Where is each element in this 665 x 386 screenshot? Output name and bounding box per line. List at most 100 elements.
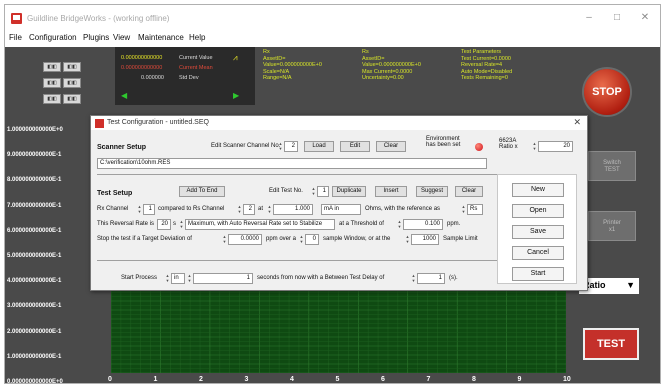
new-button[interactable]: New (512, 183, 564, 197)
rx-info: Rx AssetID= Value=0.000000000E+0 Scale=N… (263, 49, 358, 103)
clear-test-button[interactable]: Clear (455, 186, 483, 197)
meter-button-3[interactable]: ◧◧ (43, 78, 61, 88)
stats-panel: 0.000000000000 Current Value 0.000000000… (115, 47, 255, 105)
switch-test-label: Switch TEST (603, 160, 621, 173)
start-mode-spinner[interactable]: ▲ ▼ (165, 273, 170, 284)
maximize-button[interactable]: □ (610, 11, 624, 25)
app-window: Guildline BridgeWorks - (working offline… (4, 4, 661, 384)
meter-button-4[interactable]: ◧◧ (63, 78, 81, 88)
reference-input[interactable]: Rs (467, 204, 483, 215)
meter-button-2[interactable]: ◧◧ (63, 62, 81, 72)
y-tick-label: 8.000000000000E-1 (7, 177, 62, 184)
rs-channel-spinner[interactable]: ▲ ▼ (237, 204, 242, 215)
start-button[interactable]: Start (512, 267, 564, 281)
rx-channel-label: Rx Channel (97, 206, 129, 212)
ratio-select[interactable]: Ratio ▼ (579, 278, 639, 294)
x-tick-label: 8 (472, 376, 476, 383)
duplicate-button[interactable]: Duplicate (332, 186, 366, 197)
reversal-rate-input[interactable]: 20 (157, 219, 171, 230)
x-tick-label: 3 (244, 376, 249, 383)
menu-help[interactable]: Help (189, 33, 205, 42)
menu-configuration[interactable]: Configuration (29, 33, 77, 42)
add-to-end-button[interactable]: Add To End (179, 186, 225, 197)
stop-condition-label: Stop the test if a Target Deviation of (97, 236, 192, 242)
arrow-right-icon[interactable]: ▶ (233, 91, 239, 100)
test-configuration-dialog: Test Configuration - untitled.SEQ ✕ Scan… (90, 115, 588, 291)
seconds-unit-label: s (173, 221, 176, 227)
scanner-setup-heading: Scanner Setup (97, 144, 147, 151)
rx-channel-input[interactable]: 1 (143, 204, 155, 215)
sample-limit-input[interactable]: 1000 (411, 234, 439, 245)
current-value-label: Current Value (179, 55, 213, 61)
deviation-input[interactable]: 0.0000 (228, 234, 262, 245)
sample-limit-spinner[interactable]: ▲ ▼ (405, 234, 410, 245)
threshold-label: at a Threshold of (339, 221, 384, 227)
minimize-button[interactable]: – (582, 11, 596, 25)
current-spinner[interactable]: ▲ ▼ (267, 204, 272, 215)
x-tick-label: 0 (108, 376, 112, 383)
dialog-title-bar: Test Configuration - untitled.SEQ ✕ (91, 116, 587, 130)
open-button[interactable]: Open (512, 204, 564, 218)
scanner-channel-spinner[interactable]: ▲ ▼ (278, 141, 283, 152)
test-no-spinner[interactable]: ▲ ▼ (311, 186, 316, 197)
printer-button[interactable]: Printer x1 (588, 211, 636, 241)
window-input[interactable]: 0 (305, 234, 319, 245)
compared-label: compared to Rs Channel (158, 206, 225, 212)
meter-button-1[interactable]: ◧◧ (43, 62, 61, 72)
start-seconds-input[interactable]: 1 (193, 273, 253, 284)
mode-spinner[interactable]: ▲ ▼ (179, 219, 184, 230)
menu-plugins[interactable]: Plugins (83, 33, 109, 42)
ratio-input[interactable]: 20 (538, 141, 573, 152)
delay-spinner[interactable]: ▲ ▼ (411, 273, 416, 284)
scanner-channel-input[interactable]: 2 (284, 141, 298, 152)
menu-maintenance[interactable]: Maintenance (138, 33, 184, 42)
suggest-button[interactable]: Suggest (416, 186, 448, 197)
reference-spinner[interactable]: ▲ ▼ (461, 204, 466, 215)
unit-select[interactable]: mA in (321, 204, 361, 215)
sample-limit-label: Sample Limit (443, 236, 478, 242)
std-dev-label: Std Dev (179, 75, 199, 81)
x-tick-label: 1 (153, 376, 158, 383)
start-seconds-spinner[interactable]: ▲ ▼ (187, 273, 192, 284)
dropdown-arrow-icon: ▼ (626, 280, 635, 290)
threshold-spinner[interactable]: ▲ ▼ (397, 219, 402, 230)
start-mode-select[interactable]: in (171, 273, 185, 284)
menu-file[interactable]: File (9, 33, 22, 42)
close-button[interactable]: ✕ (638, 11, 652, 25)
deviation-spinner[interactable]: ▲ ▼ (222, 234, 227, 245)
y-tick-label: 0.000000000000E+0 (7, 379, 63, 384)
current-input[interactable]: 1.000 (273, 204, 313, 215)
std-dev: 0.000000 (141, 75, 164, 81)
cancel-button[interactable]: Cancel (512, 246, 564, 260)
test-no-input[interactable]: 1 (317, 186, 329, 197)
meter-button-6[interactable]: ◧◧ (63, 94, 81, 104)
scanner-file-path-field[interactable]: C:\verification\10ohm.RES (97, 158, 487, 169)
window-title: Guildline BridgeWorks - (working offline… (27, 14, 170, 23)
window-spinner[interactable]: ▲ ▼ (299, 234, 304, 245)
rs-channel-input[interactable]: 2 (243, 204, 255, 215)
x-tick-label: 9 (517, 376, 522, 383)
rx-channel-spinner[interactable]: ▲ ▼ (137, 204, 142, 215)
ratio-spinner[interactable]: ▲ ▼ (532, 141, 537, 152)
stop-button[interactable]: STOP (584, 69, 630, 115)
dialog-actions-panel: New Open Save Cancel Start (497, 174, 577, 284)
arrow-left-icon[interactable]: ◀ (121, 91, 127, 100)
load-button[interactable]: Load (304, 141, 334, 152)
meter-button-5[interactable]: ◧◧ (43, 94, 61, 104)
test-button[interactable]: TEST (583, 328, 639, 360)
dialog-close-icon[interactable]: ✕ (573, 117, 581, 128)
insert-button[interactable]: Insert (375, 186, 407, 197)
y-tick-label: 4.000000000000E-1 (7, 278, 62, 285)
rs-info: Rs AssetID= Value=0.000000000E+0 Max Cur… (362, 49, 457, 103)
x-tick-label: 5 (335, 376, 340, 383)
x-tick-label: 2 (199, 376, 203, 383)
menu-view[interactable]: View (113, 33, 130, 42)
delay-input[interactable]: 1 (417, 273, 445, 284)
save-button[interactable]: Save (512, 225, 564, 239)
dialog-title: Test Configuration - untitled.SEQ (107, 119, 209, 126)
threshold-input[interactable]: 0.100 (403, 219, 443, 230)
edit-button[interactable]: Edit (340, 141, 370, 152)
switch-test-button[interactable]: Switch TEST (588, 151, 636, 181)
clear-scanner-button[interactable]: Clear (376, 141, 406, 152)
reversal-mode-select[interactable]: Maximum, with Auto Reversal Rate set to … (185, 219, 335, 230)
